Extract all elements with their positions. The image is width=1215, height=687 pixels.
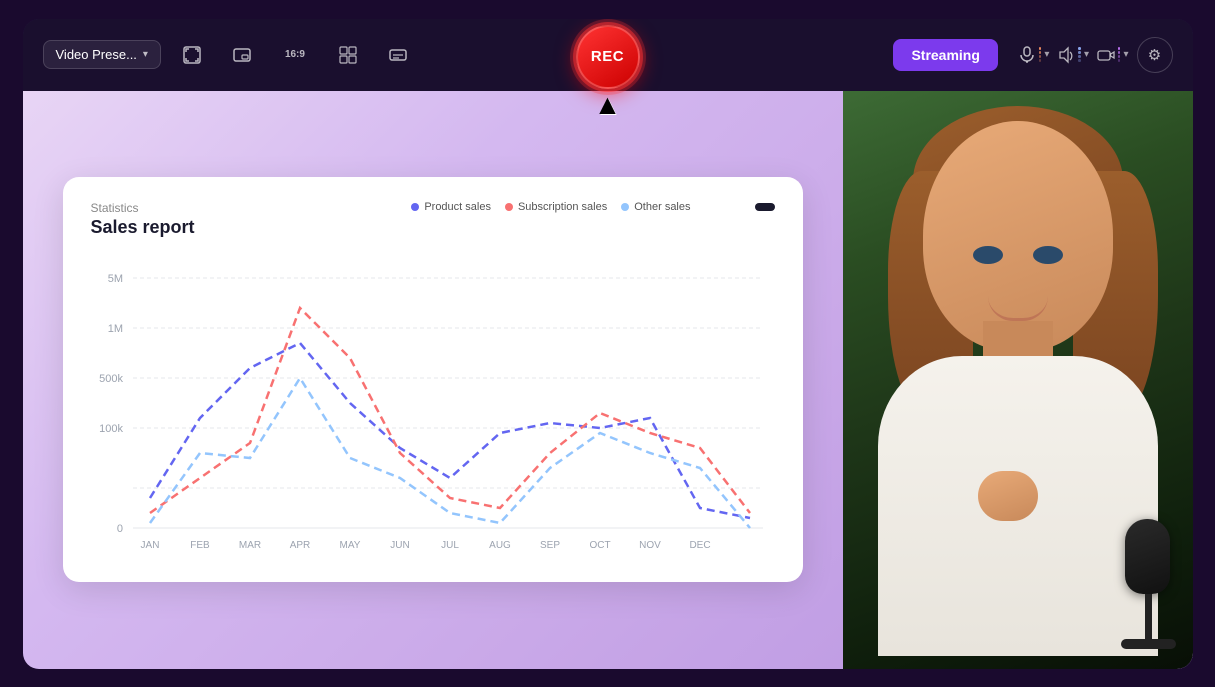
chart-title-group: Statistics Sales report — [91, 201, 195, 238]
mic-head — [1125, 519, 1170, 594]
mic-level-dots — [1039, 47, 1042, 62]
eye-left — [973, 246, 1003, 264]
chart-controls: Product sales Subscription sales Other s… — [411, 201, 774, 213]
svg-text:FEB: FEB — [190, 540, 210, 551]
filter-12months[interactable] — [755, 203, 775, 211]
rec-button-wrapper: REC ▲ — [576, 25, 640, 119]
main-content: Statistics Sales report Product sales Su… — [23, 91, 1193, 669]
chart-title: Sales report — [91, 217, 195, 238]
fullscreen-button[interactable] — [173, 36, 211, 74]
aspect-ratio-button[interactable]: 16:9 — [273, 36, 317, 74]
svg-text:DEC: DEC — [689, 540, 710, 551]
time-filters — [707, 203, 775, 211]
svg-text:JUN: JUN — [390, 540, 409, 551]
svg-text:100k: 100k — [99, 423, 123, 435]
chevron-camera-icon: ▾ — [1123, 49, 1128, 60]
legend-label-product: Product sales — [424, 201, 491, 213]
settings-button[interactable]: ⚙ — [1137, 37, 1173, 73]
toolbar-right: ▾ ▾ — [1018, 37, 1173, 73]
texture-icon — [339, 46, 357, 64]
toolbar: Video Prese... ▾ 16:9 — [23, 19, 1193, 91]
chart-panel: Statistics Sales report Product sales Su… — [23, 91, 843, 669]
legend-subscription-sales: Subscription sales — [505, 201, 607, 213]
svg-text:SEP: SEP — [539, 540, 559, 551]
rec-label: REC — [591, 48, 624, 65]
mic-icon — [1018, 46, 1036, 64]
speaker-level-dots — [1078, 47, 1081, 62]
filter-7days[interactable] — [707, 203, 727, 211]
cursor-pointer: ▲ — [594, 91, 622, 119]
svg-text:AUG: AUG — [489, 540, 511, 551]
statistics-label: Statistics — [91, 201, 195, 215]
video-preset-dropdown[interactable]: Video Prese... ▾ — [43, 40, 161, 69]
settings-icon: ⚙ — [1148, 46, 1161, 64]
texture-button[interactable] — [329, 36, 367, 74]
chart-svg: 5M 1M 500k 100k 0 JAN FEB — [91, 258, 775, 558]
aspect-ratio-label: 16:9 — [285, 49, 305, 60]
chevron-down-icon: ▾ — [143, 49, 148, 60]
camera-icon — [1097, 46, 1115, 64]
svg-text:0: 0 — [116, 523, 122, 535]
person-hand — [978, 471, 1038, 521]
pip-icon — [233, 46, 251, 64]
svg-text:JUL: JUL — [441, 540, 459, 551]
svg-text:APR: APR — [289, 540, 310, 551]
camera-level-dots — [1118, 47, 1121, 62]
caption-button[interactable] — [379, 36, 417, 74]
app-container: Video Prese... ▾ 16:9 — [23, 19, 1193, 669]
pip-button[interactable] — [223, 36, 261, 74]
svg-text:MAY: MAY — [339, 540, 360, 551]
streaming-label: Streaming — [911, 47, 979, 63]
speaker-control[interactable]: ▾ — [1057, 46, 1089, 64]
svg-text:1M: 1M — [107, 323, 122, 335]
speaker-icon — [1057, 46, 1075, 64]
chart-area: 5M 1M 500k 100k 0 JAN FEB — [91, 258, 775, 558]
camera-control[interactable]: ▾ — [1097, 46, 1129, 64]
person-panel — [843, 91, 1193, 669]
svg-text:500k: 500k — [99, 373, 123, 385]
eye-right — [1033, 246, 1063, 264]
fullscreen-icon — [183, 46, 201, 64]
svg-text:MAR: MAR — [238, 540, 260, 551]
caption-icon — [389, 46, 407, 64]
legend-product-sales: Product sales — [411, 201, 491, 213]
chevron-mic-icon: ▾ — [1044, 49, 1049, 60]
chevron-speaker-icon: ▾ — [1084, 49, 1089, 60]
mic-base — [1121, 639, 1176, 649]
streaming-button[interactable]: Streaming — [893, 39, 997, 71]
chart-header: Statistics Sales report Product sales Su… — [91, 201, 775, 238]
chart-legend: Product sales Subscription sales Other s… — [411, 201, 690, 213]
legend-dot-product — [411, 203, 419, 211]
mic-control[interactable]: ▾ — [1018, 46, 1050, 64]
dropdown-label: Video Prese... — [56, 47, 137, 62]
legend-label-other: Other sales — [634, 201, 690, 213]
legend-dot-other — [621, 203, 629, 211]
rec-button[interactable]: REC — [576, 25, 640, 89]
chart-card: Statistics Sales report Product sales Su… — [63, 177, 803, 582]
legend-dot-subscription — [505, 203, 513, 211]
svg-text:OCT: OCT — [589, 540, 610, 551]
filter-30days[interactable] — [731, 203, 751, 211]
legend-other-sales: Other sales — [621, 201, 690, 213]
svg-text:JAN: JAN — [140, 540, 159, 551]
svg-text:NOV: NOV — [639, 540, 661, 551]
legend-label-subscription: Subscription sales — [518, 201, 607, 213]
svg-text:5M: 5M — [107, 273, 122, 285]
microphone — [1113, 519, 1183, 649]
